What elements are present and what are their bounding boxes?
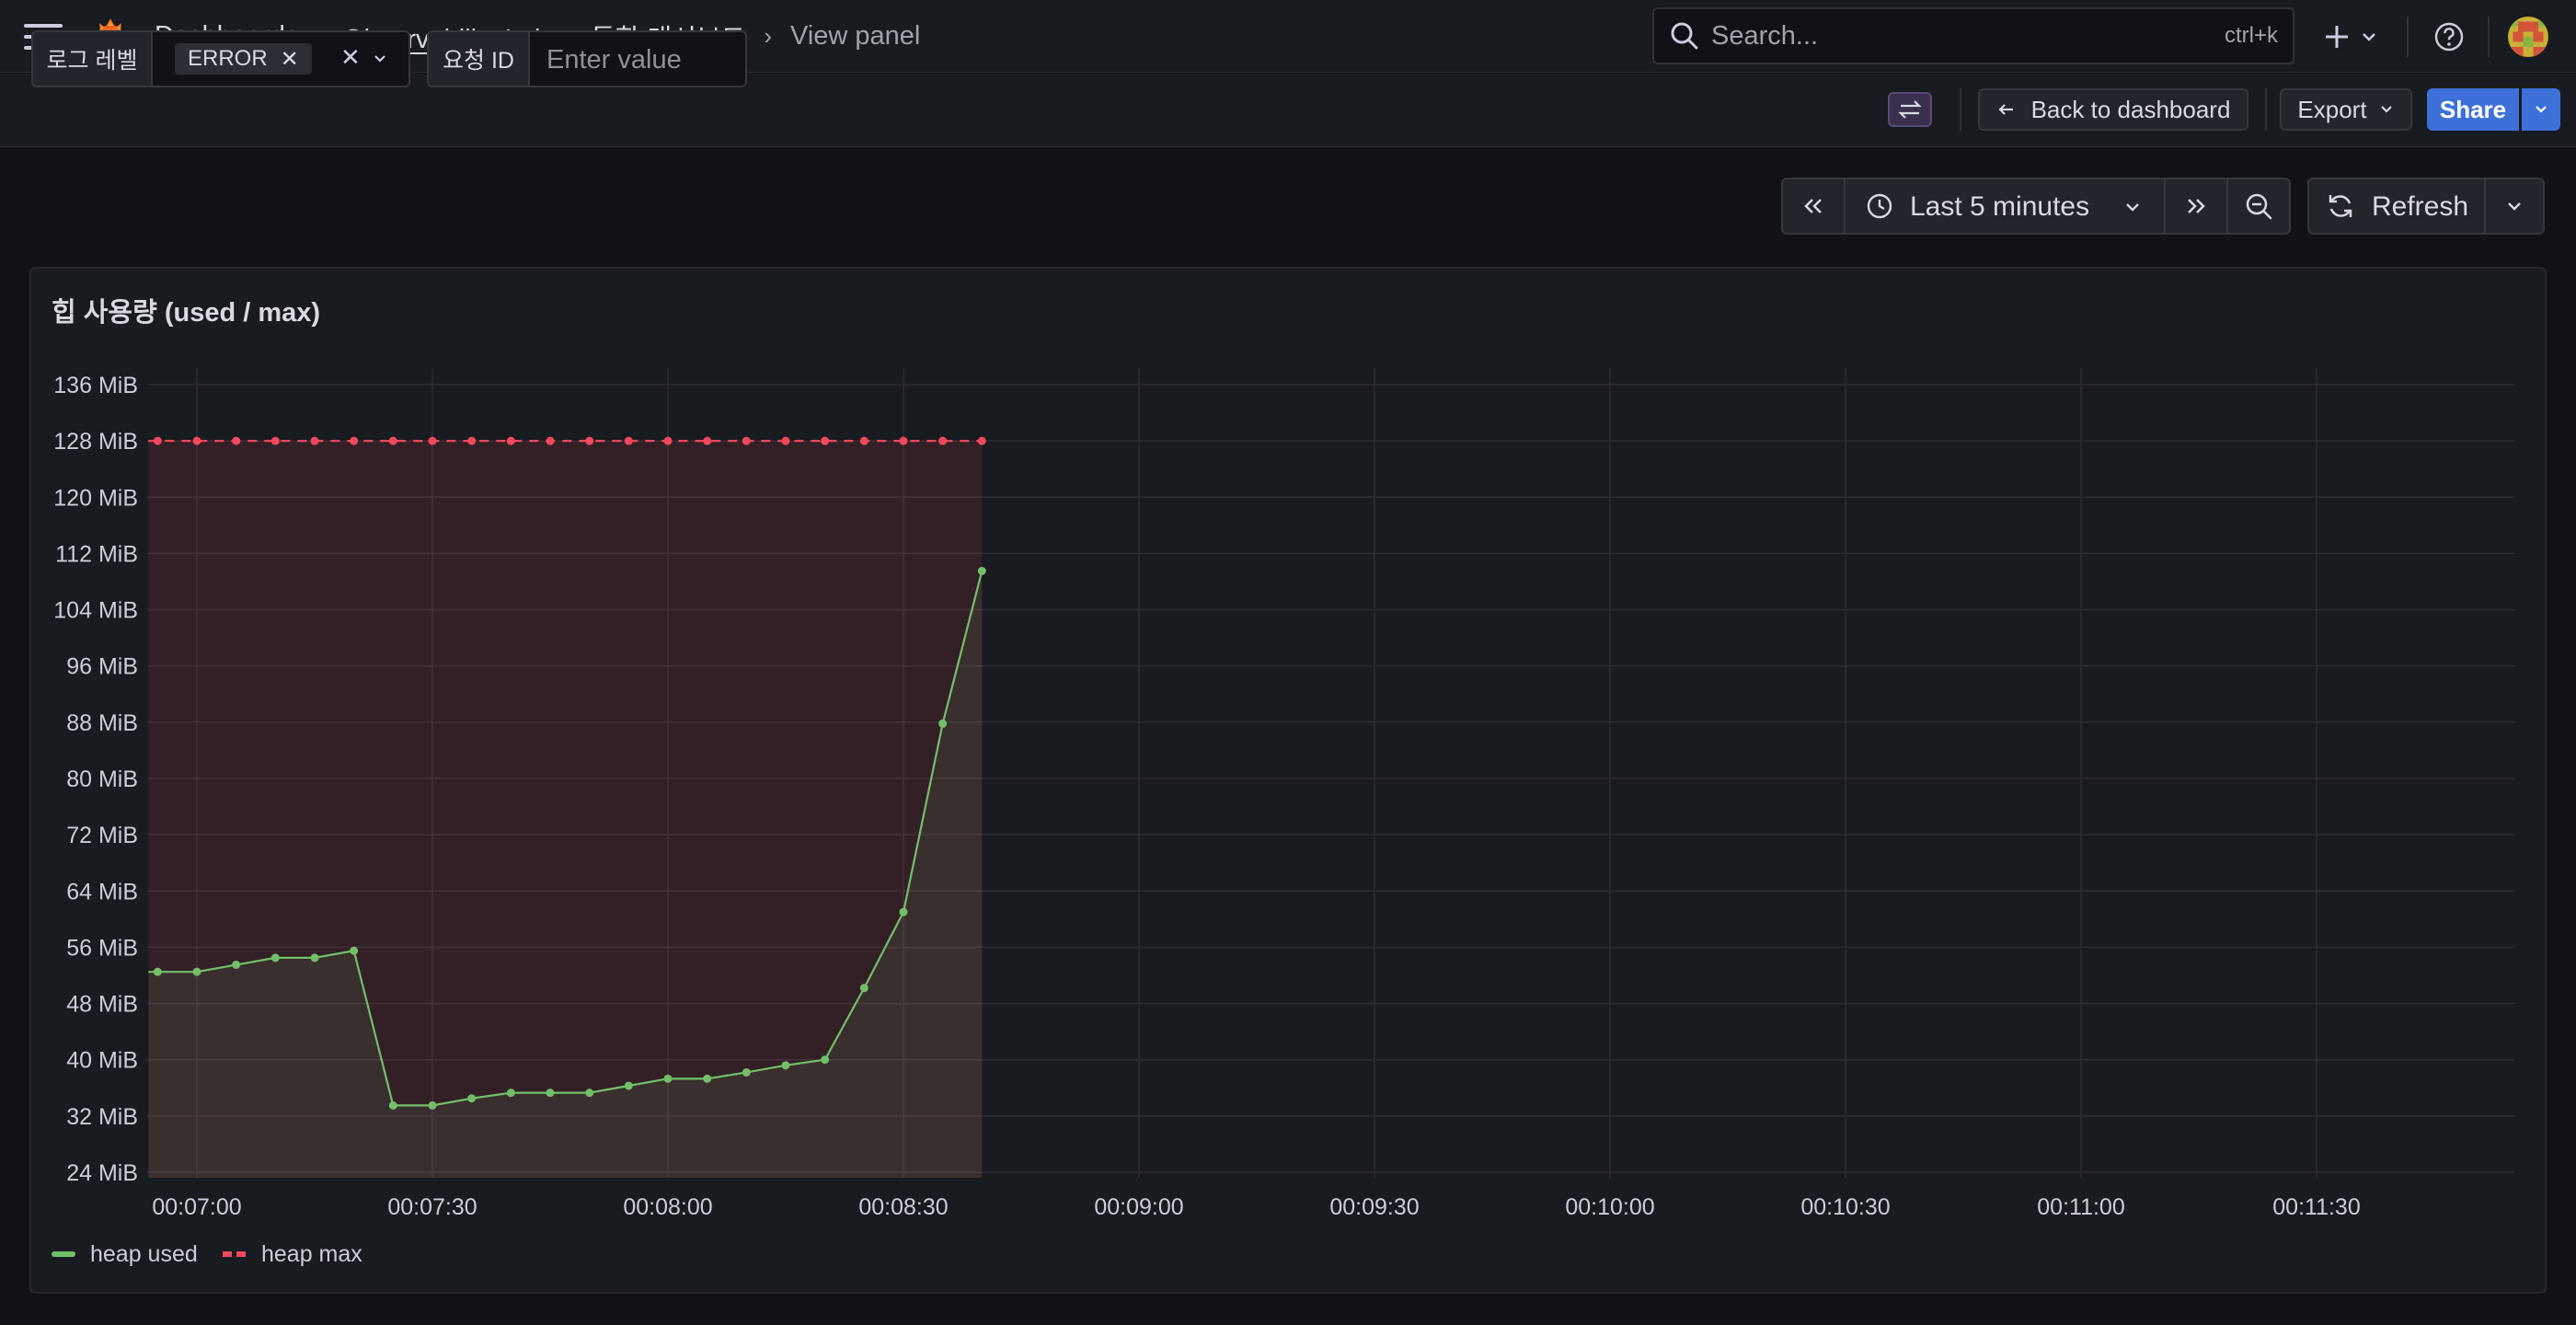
heap-used-point <box>467 1094 477 1103</box>
heap-max-point <box>506 436 515 445</box>
x-tick-label: 00:08:00 <box>623 1194 712 1220</box>
heap-max-point <box>859 436 868 445</box>
y-tick-label: 112 MiB <box>55 541 138 567</box>
x-tick-label: 00:07:00 <box>152 1194 241 1220</box>
heap-max-point <box>663 436 673 445</box>
heap-max-point <box>232 436 241 445</box>
x-tick-label: 00:10:30 <box>1800 1194 1890 1220</box>
heap-max-point <box>585 436 594 445</box>
heap-used-point <box>428 1100 437 1110</box>
x-axis: 00:07:00 00:07:30 00:08:00 00:08:30 00:09:00… <box>152 1194 2360 1220</box>
y-tick-label: 120 MiB <box>53 485 138 511</box>
legend-label: heap used <box>90 1240 198 1267</box>
heap-used-point <box>663 1074 673 1083</box>
heap-max-point <box>977 436 986 445</box>
heap-max-point <box>270 436 280 445</box>
heap-max-point <box>899 436 908 445</box>
heap-used-point <box>585 1089 594 1098</box>
heap-used-point <box>350 946 359 955</box>
legend-item-heap-used[interactable]: heap used <box>52 1238 198 1271</box>
y-tick-label: 24 MiB <box>66 1160 138 1186</box>
heap-used-point <box>821 1055 830 1065</box>
heap-used-point <box>192 967 201 976</box>
heap-used-point <box>270 953 280 962</box>
y-tick-label: 40 MiB <box>66 1048 138 1074</box>
legend-swatch <box>223 1251 247 1257</box>
heap-max-point <box>938 436 948 445</box>
heap-usage-chart[interactable]: 24 MiB 32 MiB 40 MiB 48 MiB 56 MiB 64 MiB 72 M… <box>0 0 2576 1325</box>
y-tick-label: 128 MiB <box>53 429 138 455</box>
heap-max-point <box>546 436 555 445</box>
legend-item-heap-max[interactable]: heap max <box>223 1238 362 1271</box>
heap-max-point <box>388 436 397 445</box>
heap-used-point <box>232 961 241 970</box>
legend-swatch <box>52 1251 75 1257</box>
heap-used-point <box>506 1089 515 1098</box>
y-tick-label: 88 MiB <box>66 710 138 736</box>
heap-used-point <box>899 907 908 916</box>
heap-max-point <box>821 436 830 445</box>
x-tick-label: 00:11:30 <box>2272 1194 2360 1220</box>
heap-max-point <box>350 436 359 445</box>
heap-used-point <box>546 1089 555 1098</box>
y-tick-label: 72 MiB <box>66 823 138 848</box>
heap-used-point <box>310 953 319 962</box>
y-tick-label: 96 MiB <box>66 654 138 680</box>
heap-max-point <box>703 436 712 445</box>
chart-areas <box>148 441 983 1179</box>
y-tick-label: 56 MiB <box>66 935 138 961</box>
x-tick-label: 00:11:00 <box>2037 1194 2124 1220</box>
y-axis: 24 MiB 32 MiB 40 MiB 48 MiB 56 MiB 64 MiB 72 M… <box>53 373 138 1186</box>
heap-max-point <box>742 436 751 445</box>
y-tick-label: 48 MiB <box>66 992 138 1018</box>
heap-used-point <box>624 1081 633 1090</box>
heap-used-point <box>938 719 948 728</box>
heap-used-point <box>703 1074 712 1083</box>
y-tick-label: 104 MiB <box>53 598 138 624</box>
x-tick-label: 00:10:00 <box>1565 1194 1654 1220</box>
y-tick-label: 32 MiB <box>66 1104 138 1130</box>
y-tick-label: 80 MiB <box>66 766 138 792</box>
x-tick-label: 00:09:30 <box>1329 1194 1419 1220</box>
heap-max-point <box>428 436 437 445</box>
heap-max-point <box>781 436 790 445</box>
heap-used-point <box>742 1067 751 1077</box>
heap-max-point <box>467 436 477 445</box>
x-tick-label: 00:08:30 <box>858 1194 948 1220</box>
heap-used-point <box>388 1100 397 1110</box>
heap-max-point <box>153 436 162 445</box>
legend-label: heap max <box>261 1240 362 1267</box>
heap-used-point <box>859 984 868 993</box>
heap-max-point <box>310 436 319 445</box>
y-tick-label: 136 MiB <box>53 373 138 398</box>
y-tick-label: 64 MiB <box>66 879 138 904</box>
heap-used-point <box>153 967 162 976</box>
x-tick-label: 00:09:00 <box>1094 1194 1183 1220</box>
heap-used-point <box>781 1061 790 1070</box>
heap-max-point <box>192 436 201 445</box>
x-tick-label: 00:07:30 <box>387 1194 477 1220</box>
heap-used-point <box>977 567 986 576</box>
heap-max-point <box>624 436 633 445</box>
